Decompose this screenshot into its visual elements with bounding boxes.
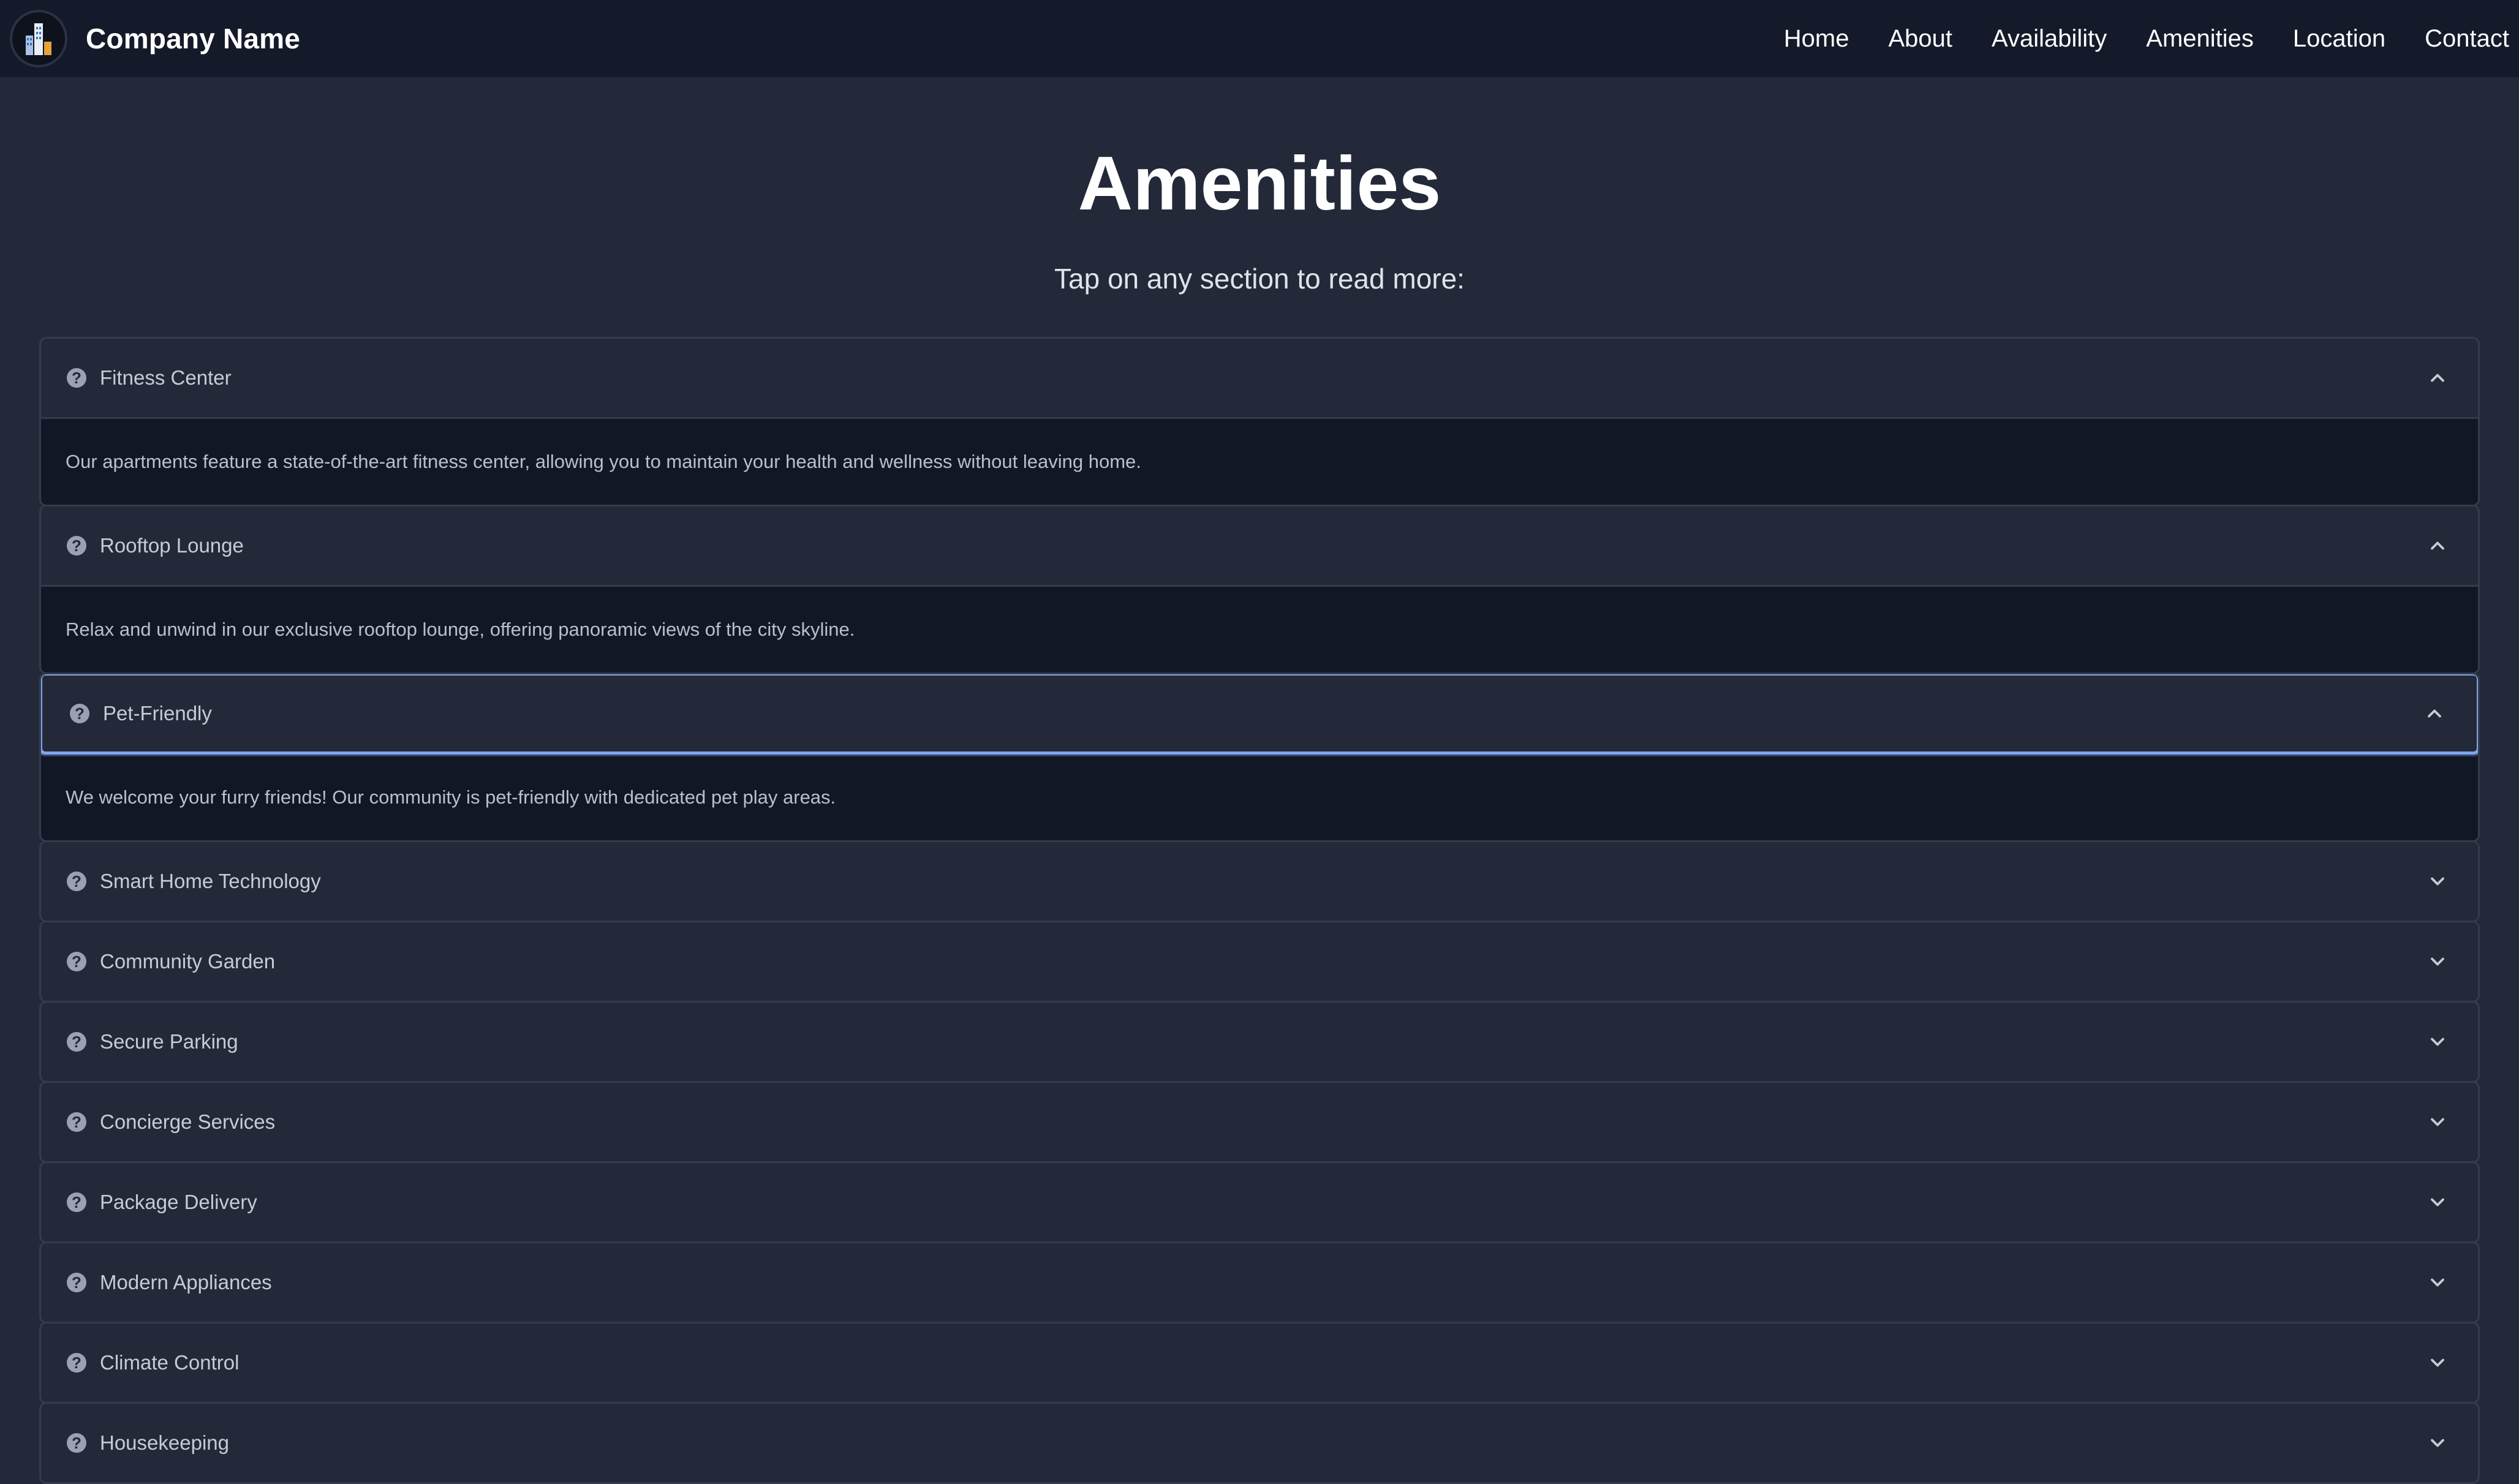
accordion-label: Fitness Center xyxy=(100,366,232,389)
accordion-item: ? Secure Parking xyxy=(39,1001,2480,1083)
accordion-label: Rooftop Lounge xyxy=(100,534,244,557)
chevron-down-icon[interactable] xyxy=(2425,949,2450,974)
top-navbar: Company Name Home About Availability Ame… xyxy=(0,0,2519,77)
accordion-item: ? Community Garden xyxy=(39,921,2480,1003)
chevron-down-icon[interactable] xyxy=(2425,1350,2450,1375)
accordion-label: Secure Parking xyxy=(100,1030,238,1053)
accordion-header[interactable]: ? Pet-Friendly xyxy=(41,674,2478,755)
question-circle-icon: ? xyxy=(67,1112,86,1132)
accordion-header[interactable]: ? Community Garden xyxy=(41,922,2478,1001)
nav-link-location[interactable]: Location xyxy=(2293,25,2385,53)
chevron-down-icon[interactable] xyxy=(2425,1110,2450,1134)
question-circle-icon: ? xyxy=(67,368,86,388)
chevron-up-icon[interactable] xyxy=(2422,701,2447,726)
amenities-accordion: ? Fitness Center Our apartments feature a … xyxy=(39,337,2480,1484)
brand-name: Company Name xyxy=(86,23,301,55)
accordion-item: ? Fitness Center Our apartments feature a … xyxy=(39,337,2480,507)
question-circle-icon: ? xyxy=(67,872,86,891)
accordion-header[interactable]: ? Package Delivery xyxy=(41,1163,2478,1241)
accordion-header[interactable]: ? Fitness Center xyxy=(41,339,2478,417)
brand[interactable]: Company Name xyxy=(10,0,300,77)
accordion-panel-text: We welcome your furry friends! Our commu… xyxy=(66,786,836,808)
accordion-item: ? Smart Home Technology xyxy=(39,840,2480,922)
accordion-header[interactable]: ? Rooftop Lounge xyxy=(41,507,2478,585)
accordion-panel-text: Our apartments feature a state-of-the-ar… xyxy=(66,451,1141,472)
chevron-down-icon[interactable] xyxy=(2425,1030,2450,1054)
building-logo-icon xyxy=(10,10,67,67)
chevron-up-icon[interactable] xyxy=(2425,533,2450,558)
question-circle-icon: ? xyxy=(67,1433,86,1453)
question-circle-icon: ? xyxy=(67,536,86,556)
accordion-item: ? Climate Control xyxy=(39,1322,2480,1404)
accordion-header[interactable]: ? Climate Control xyxy=(41,1324,2478,1402)
accordion-panel-text: Relax and unwind in our exclusive roofto… xyxy=(66,619,855,640)
accordion-header[interactable]: ? Smart Home Technology xyxy=(41,842,2478,921)
question-circle-icon: ? xyxy=(67,1032,86,1052)
nav-link-about[interactable]: About xyxy=(1889,25,1953,53)
accordion-header[interactable]: ? Secure Parking xyxy=(41,1003,2478,1081)
accordion-label: Community Garden xyxy=(100,950,276,973)
accordion-panel: We welcome your furry friends! Our commu… xyxy=(41,753,2478,840)
accordion-item: ? Pet-Friendly We welcome your furry frien… xyxy=(39,672,2480,842)
chevron-up-icon[interactable] xyxy=(2425,366,2450,390)
chevron-down-icon[interactable] xyxy=(2425,1190,2450,1215)
question-circle-icon: ? xyxy=(67,1353,86,1373)
nav-link-home[interactable]: Home xyxy=(1784,25,1849,53)
accordion-item: ? Rooftop Lounge Relax and unwind in our e… xyxy=(39,505,2480,674)
accordion-header[interactable]: ? Housekeeping xyxy=(41,1404,2478,1482)
accordion-item: ? Housekeeping xyxy=(39,1402,2480,1484)
accordion-label: Modern Appliances xyxy=(100,1271,272,1294)
chevron-down-icon[interactable] xyxy=(2425,1431,2450,1455)
accordion-header[interactable]: ? Concierge Services xyxy=(41,1083,2478,1161)
nav-link-amenities[interactable]: Amenities xyxy=(2146,25,2254,53)
question-circle-icon: ? xyxy=(67,1192,86,1212)
nav-link-contact[interactable]: Contact xyxy=(2425,25,2509,53)
accordion-label: Climate Control xyxy=(100,1351,240,1374)
question-circle-icon: ? xyxy=(67,1273,86,1292)
accordion-item: ? Modern Appliances xyxy=(39,1241,2480,1324)
accordion-label: Smart Home Technology xyxy=(100,870,321,892)
nav-link-availability[interactable]: Availability xyxy=(1992,25,2107,53)
accordion-label: Package Delivery xyxy=(100,1191,257,1213)
question-circle-icon: ? xyxy=(67,952,86,971)
accordion-label: Housekeeping xyxy=(100,1431,229,1454)
accordion-header[interactable]: ? Modern Appliances xyxy=(41,1243,2478,1322)
accordion-label: Concierge Services xyxy=(100,1110,276,1133)
accordion-label: Pet-Friendly xyxy=(103,702,212,725)
accordion-item: ? Package Delivery xyxy=(39,1161,2480,1243)
accordion-item: ? Concierge Services xyxy=(39,1081,2480,1163)
accordion-panel: Our apartments feature a state-of-the-ar… xyxy=(41,417,2478,505)
page-subtitle: Tap on any section to read more: xyxy=(1054,263,1465,295)
chevron-down-icon[interactable] xyxy=(2425,869,2450,894)
nav-links: Home About Availability Amenities Locati… xyxy=(1745,0,2509,77)
chevron-down-icon[interactable] xyxy=(2425,1270,2450,1295)
question-circle-icon: ? xyxy=(70,704,89,723)
page-title: Amenities xyxy=(1078,141,1441,226)
accordion-panel: Relax and unwind in our exclusive roofto… xyxy=(41,585,2478,672)
